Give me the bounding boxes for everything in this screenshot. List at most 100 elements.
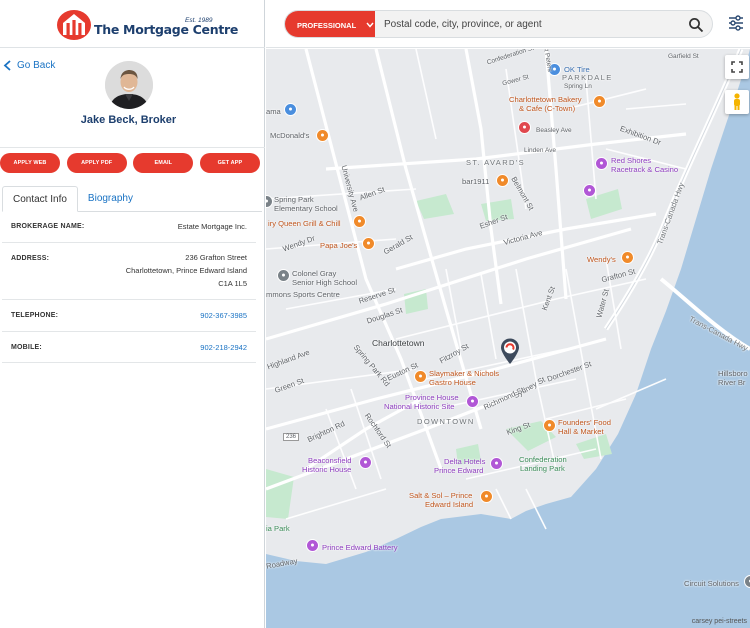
tab-contact-info[interactable]: Contact Info	[2, 186, 78, 212]
map-label: Senior High School	[292, 278, 358, 287]
agent-name: Jake Beck, Broker	[80, 114, 177, 126]
map-label: Delta Hotels	[444, 457, 486, 466]
casino-pin-icon[interactable]: ●	[595, 157, 608, 170]
salt-sol-pin-icon[interactable]: ●	[480, 490, 493, 503]
map-label: Garfield St	[668, 53, 699, 60]
colonel-gray-pin-icon[interactable]: ●	[277, 269, 290, 282]
map-label: Prince Edward	[434, 466, 484, 475]
wendys-pin-icon[interactable]: ●	[621, 251, 634, 264]
attraction-pin-icon[interactable]: ●	[284, 103, 297, 116]
hotel-pin-icon[interactable]: ●	[583, 184, 596, 197]
shopping-pin-icon[interactable]: ●	[518, 121, 531, 134]
map-label: Racetrack & Casino	[611, 165, 679, 174]
map-label: & Cafe (C-Town)	[519, 104, 576, 113]
fullscreen-button[interactable]	[725, 55, 749, 79]
map-label: River Br	[718, 378, 746, 387]
mobile-link[interactable]: 902-218-2942	[200, 342, 247, 355]
house-logo-icon	[57, 10, 91, 40]
action-buttons: APPLY WEB APPLY PDF EMAIL GET APP	[0, 153, 262, 173]
slaymaker-pin-icon[interactable]: ●	[414, 370, 427, 383]
address-line-1: 236 Grafton Street	[185, 253, 247, 262]
province-house-pin-icon[interactable]: ●	[466, 395, 479, 408]
chevron-left-icon	[3, 60, 11, 71]
app-root: Est. 1989 The Mortgage Centre Go Back Ja…	[0, 0, 750, 628]
go-back-label: Go Back	[17, 60, 56, 71]
pegman-icon	[734, 93, 740, 110]
bar-pin-icon[interactable]: ●	[496, 174, 509, 187]
map-attribution: carsey pei-streets	[691, 618, 747, 625]
map-label: Slaymaker & Nichols	[429, 369, 500, 378]
map-label: Charlottetown	[372, 338, 425, 348]
map-label: Hillsboro	[718, 369, 748, 378]
dairy-queen-pin-icon[interactable]: ●	[353, 215, 366, 228]
agent-panel: Est. 1989 The Mortgage Centre Go Back Ja…	[0, 0, 265, 628]
map-label: Confederation	[519, 455, 567, 464]
divider	[0, 147, 265, 148]
mobile-row: MOBILE: 902-218-2942	[2, 332, 256, 363]
map-label: ST. AVARD'S	[466, 158, 526, 167]
address-line-2: Charlottetown, Prince Edward Island	[125, 266, 247, 275]
brand-logo[interactable]: Est. 1989 The Mortgage Centre	[0, 0, 265, 48]
map-label: Spring Ln	[564, 83, 592, 90]
map-label: iry Queen Grill & Chill	[268, 219, 341, 228]
map-label: Beasley Ave	[536, 127, 572, 134]
map-label: DOWNTOWN	[417, 417, 475, 426]
map-label: McDonald's	[270, 131, 310, 140]
agent-location-marker[interactable]	[500, 338, 520, 365]
email-button[interactable]: EMAIL	[133, 153, 194, 173]
tab-biography[interactable]: Biography	[78, 186, 143, 212]
profile-tabs: Contact Info Biography	[2, 186, 262, 212]
map-label: Landing Park	[520, 464, 565, 473]
battery-pin-icon[interactable]: ●	[306, 539, 319, 552]
map-label: Salt & Sol – Prince	[409, 491, 473, 500]
map-label: Gastro House	[429, 378, 476, 387]
map-label: Circuit Solutions	[684, 579, 739, 588]
map-label: PARKDALE	[562, 73, 613, 82]
search-box: PROFESSIONAL	[284, 10, 713, 38]
telephone-row: TELEPHONE: 902-367-3985	[2, 300, 256, 332]
apply-web-button[interactable]: APPLY WEB	[0, 153, 60, 173]
address-label: ADDRESS:	[11, 255, 50, 262]
brand-name: The Mortgage Centre	[94, 22, 239, 37]
brokerage-value: Estate Mortgage Inc.	[177, 222, 247, 231]
fullscreen-icon	[731, 61, 743, 73]
go-back-link[interactable]: Go Back	[3, 60, 55, 71]
map-label: Spring Park	[274, 195, 314, 204]
founders-hall-pin-icon[interactable]: ●	[543, 419, 556, 432]
telephone-link[interactable]: 902-367-3985	[200, 310, 247, 323]
brokerage-label: BROKERAGE NAME:	[11, 223, 85, 230]
street-view-pegman[interactable]	[725, 90, 749, 114]
apply-pdf-button[interactable]: APPLY PDF	[66, 153, 127, 173]
map-view[interactable]: ● ● ● ● ● ● ● ● ● ● ● ● ● ● ● ● ● ● ● ● …	[266, 49, 750, 628]
delta-hotel-pin-icon[interactable]: ●	[490, 457, 503, 470]
map-label: Charlottetown Bakery	[509, 95, 582, 104]
map-label: Papa Joe's	[320, 241, 358, 250]
get-app-button[interactable]: GET APP	[199, 153, 260, 173]
map-label: ama	[266, 107, 281, 116]
papa-joes-pin-icon[interactable]: ●	[362, 237, 375, 250]
professional-dropdown[interactable]: PROFESSIONAL	[285, 11, 375, 37]
search-input[interactable]	[375, 11, 685, 37]
map-label: OK Tire	[564, 65, 590, 74]
map-label: Hall & Market	[558, 427, 604, 436]
map-label: Founders' Food	[558, 418, 611, 427]
map-label: Prince Edward Battery	[322, 543, 398, 552]
circuit-solutions-pin-icon[interactable]: ●	[744, 575, 750, 588]
map-label: Beaconsfield	[308, 456, 352, 465]
brokerage-row: BROKERAGE NAME: Estate Mortgage Inc.	[2, 212, 256, 243]
search-bar-area: PROFESSIONAL	[266, 0, 750, 48]
mobile-label: MOBILE:	[11, 344, 42, 351]
search-icon[interactable]	[688, 17, 704, 33]
map-label: Province House	[405, 393, 459, 402]
mcdonalds-pin-icon[interactable]: ●	[316, 129, 329, 142]
map-label: Wendy's	[587, 255, 616, 264]
map-label: Historic House	[302, 465, 352, 474]
contact-info-table: BROKERAGE NAME: Estate Mortgage Inc. ADD…	[2, 212, 256, 363]
filter-sliders-icon[interactable]	[728, 15, 744, 31]
map-label: Linden Ave	[524, 147, 557, 154]
beaconsfield-pin-icon[interactable]: ●	[359, 456, 372, 469]
telephone-label: TELEPHONE:	[11, 312, 59, 319]
agent-photo	[105, 61, 153, 109]
route-shield: 236	[283, 433, 300, 441]
bakery-pin-icon[interactable]: ●	[593, 95, 606, 108]
